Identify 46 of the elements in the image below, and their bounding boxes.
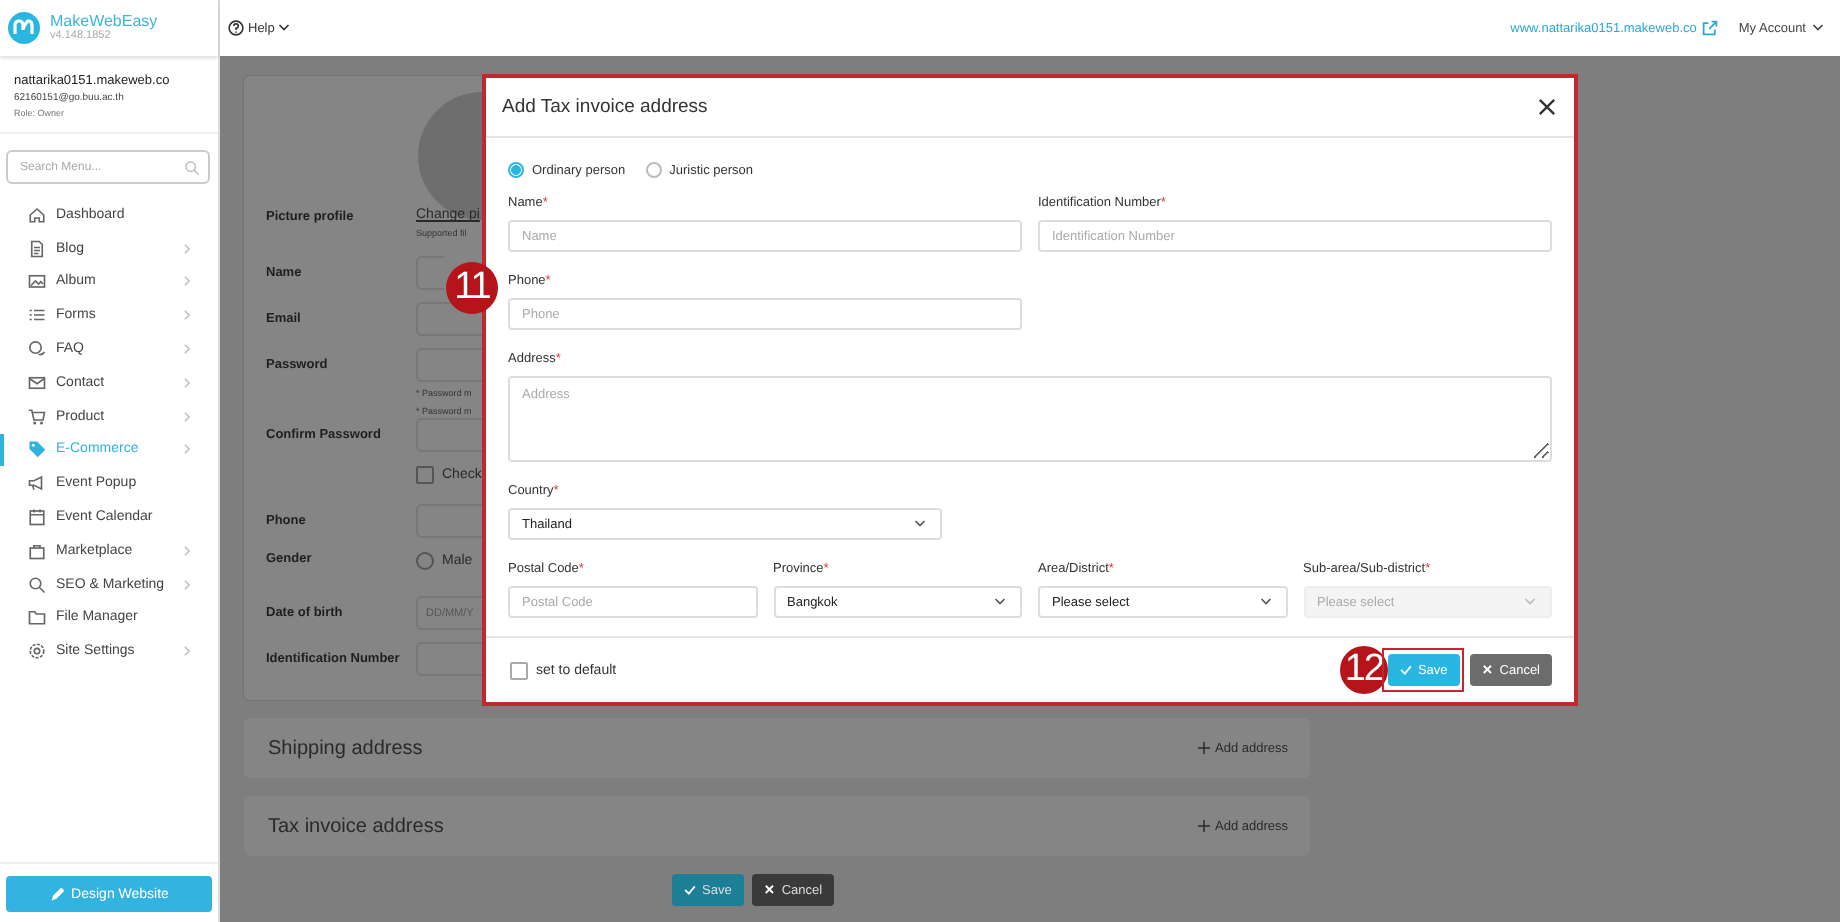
chevron-icon: [1812, 22, 1824, 34]
document-icon: [28, 239, 46, 258]
cart-icon: [28, 407, 46, 426]
bag-icon: [28, 541, 46, 560]
chevron-icon: [278, 22, 291, 34]
radio-button[interactable]: [416, 551, 434, 569]
step-marker: 11: [446, 262, 498, 314]
search-icon: [184, 159, 200, 175]
close-icon: [1481, 664, 1494, 676]
list-icon: [28, 306, 46, 325]
radio-button[interactable]: [645, 162, 662, 178]
megaphone-icon: [28, 474, 46, 493]
plus-icon: [1197, 742, 1209, 754]
section-title: Shipping address: [268, 737, 423, 759]
checkbox[interactable]: [416, 465, 434, 483]
chat-icon: [28, 340, 46, 359]
folder-icon: [28, 608, 46, 627]
external-link-icon: [1702, 20, 1719, 36]
radio-button[interactable]: [508, 162, 524, 178]
section-title: Tax invoice address: [268, 815, 444, 837]
input-field[interactable]: [416, 256, 444, 290]
close-button[interactable]: [1536, 96, 1558, 118]
chevron-icon: [1259, 596, 1271, 608]
check-icon: [1399, 664, 1412, 676]
logo-icon: [8, 12, 40, 44]
help-icon: [228, 20, 244, 36]
image-icon: [28, 272, 46, 291]
house-icon: [28, 205, 46, 224]
search-icon: [28, 575, 46, 594]
close-icon: [1538, 98, 1556, 116]
chevron-icon: [1524, 596, 1536, 608]
pencil-icon: [49, 886, 66, 902]
plus-icon: [1197, 820, 1209, 832]
chevron-icon: [994, 596, 1006, 608]
gear-icon: [28, 642, 46, 661]
avatar-icon: [416, 92, 484, 220]
step-marker: 12: [1339, 646, 1388, 694]
app-name: MakeWebEasy: [50, 12, 158, 30]
check-icon: [684, 884, 696, 896]
checkbox[interactable]: [510, 661, 528, 679]
calendar-icon: [28, 508, 46, 527]
tag-icon: [28, 440, 46, 459]
close-icon: [763, 884, 776, 896]
dialog-title: Add Tax invoice address: [502, 96, 708, 118]
envelope-icon: [28, 373, 46, 392]
chevron-icon: [914, 518, 926, 530]
